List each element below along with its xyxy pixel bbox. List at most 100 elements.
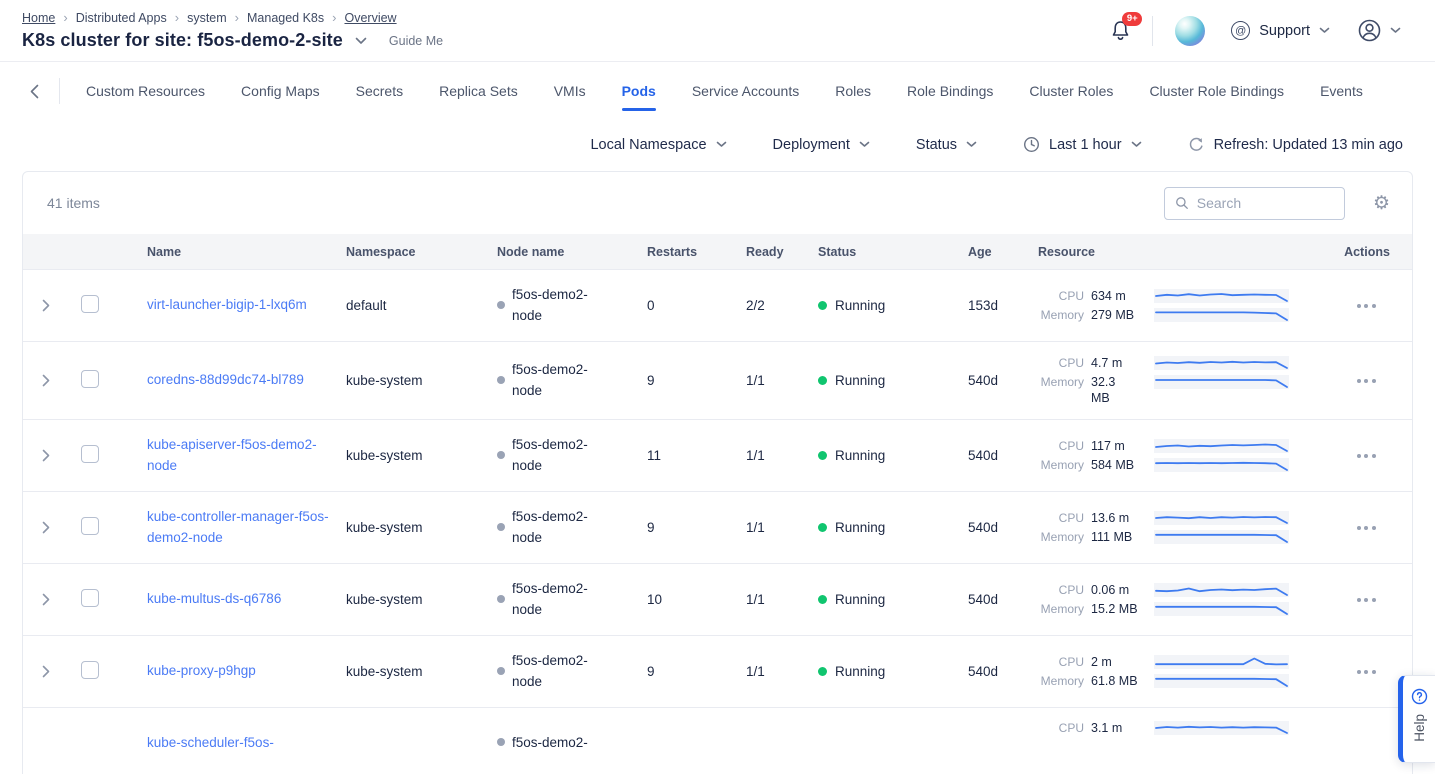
chevron-right-icon bbox=[42, 374, 50, 387]
chevron-left-icon bbox=[30, 84, 39, 99]
node-dot-icon bbox=[497, 523, 505, 531]
breadcrumb-separator-icon: › bbox=[63, 10, 67, 25]
tab-vmis[interactable]: VMIs bbox=[554, 75, 586, 107]
memory-value: 15.2 MB bbox=[1091, 601, 1147, 617]
tab-replica-sets[interactable]: Replica Sets bbox=[439, 75, 518, 107]
node-dot-icon bbox=[497, 376, 505, 384]
pod-name-link[interactable]: kube-proxy-p9hgp bbox=[147, 663, 256, 678]
table-settings-gear-icon[interactable]: ⚙ bbox=[1373, 194, 1390, 213]
title-row: K8s cluster for site: f5os-demo-2-site G… bbox=[22, 30, 443, 51]
pod-name-link[interactable]: coredns-88d99dc74-bl789 bbox=[147, 372, 304, 387]
namespace-filter-dropdown[interactable]: Local Namespace bbox=[590, 137, 726, 153]
column-header-resource: Resource bbox=[1038, 245, 1332, 259]
row-checkbox[interactable] bbox=[81, 370, 99, 388]
status-running-icon bbox=[818, 376, 827, 385]
row-checkbox[interactable] bbox=[81, 295, 99, 313]
memory-label: Memory bbox=[1038, 601, 1084, 617]
pod-name-link[interactable]: kube-multus-ds-q6786 bbox=[147, 591, 281, 606]
status-cell: Running bbox=[818, 592, 968, 607]
row-actions-button[interactable] bbox=[1353, 592, 1380, 608]
node-dot-icon bbox=[497, 301, 505, 309]
table-row: virt-launcher-bigip-1-lxq6m default f5os… bbox=[23, 269, 1412, 341]
tab-events[interactable]: Events bbox=[1320, 75, 1363, 107]
status-running-icon bbox=[818, 595, 827, 604]
cpu-value: 3.1 m bbox=[1091, 720, 1147, 736]
expand-cell bbox=[23, 371, 81, 390]
breadcrumb-separator-icon: › bbox=[332, 10, 336, 25]
status-text: Running bbox=[835, 448, 885, 463]
tab-role-bindings[interactable]: Role Bindings bbox=[907, 75, 993, 107]
table-row: kube-multus-ds-q6786 kube-system f5os-de… bbox=[23, 563, 1412, 635]
cpu-label: CPU bbox=[1038, 654, 1084, 670]
actions-cell bbox=[1332, 373, 1412, 389]
resource-sparkline bbox=[1154, 655, 1289, 669]
chevron-right-icon bbox=[42, 521, 50, 534]
restarts-cell: 10 bbox=[647, 592, 746, 607]
expand-row-button[interactable] bbox=[39, 662, 53, 681]
refresh-button[interactable]: Refresh: Updated 13 min ago bbox=[1188, 136, 1403, 153]
row-checkbox[interactable] bbox=[81, 517, 99, 535]
assistant-sphere-icon[interactable] bbox=[1175, 16, 1205, 46]
guide-me-link[interactable]: Guide Me bbox=[389, 34, 443, 48]
chevron-right-icon bbox=[42, 299, 50, 312]
age-cell: 540d bbox=[968, 373, 1038, 388]
checkbox-cell bbox=[81, 661, 147, 682]
tab-config-maps[interactable]: Config Maps bbox=[241, 75, 320, 107]
tab-cluster-role-bindings[interactable]: Cluster Role Bindings bbox=[1149, 75, 1284, 107]
pod-name-link[interactable]: kube-apiserver-f5os-demo2-node bbox=[147, 437, 317, 472]
pod-name-link[interactable]: kube-scheduler-f5os- bbox=[147, 735, 274, 750]
pod-name-link[interactable]: virt-launcher-bigip-1-lxq6m bbox=[147, 297, 307, 312]
expand-row-button[interactable] bbox=[39, 446, 53, 465]
checkbox-cell bbox=[81, 445, 147, 466]
tab-roles[interactable]: Roles bbox=[835, 75, 871, 107]
checkbox-cell bbox=[81, 370, 147, 391]
tab-cluster-roles[interactable]: Cluster Roles bbox=[1029, 75, 1113, 107]
help-tab[interactable]: Help bbox=[1398, 675, 1435, 763]
tabs-scroll-left-button[interactable] bbox=[24, 80, 45, 103]
breadcrumb-item-overview[interactable]: Overview bbox=[344, 11, 396, 25]
breadcrumb-item-home[interactable]: Home bbox=[22, 11, 55, 25]
expand-row-button[interactable] bbox=[39, 296, 53, 315]
help-question-icon bbox=[1411, 688, 1428, 705]
row-checkbox[interactable] bbox=[81, 445, 99, 463]
time-range-dropdown[interactable]: Last 1 hour bbox=[1023, 136, 1142, 153]
memory-label: Memory bbox=[1038, 457, 1084, 473]
search-input[interactable] bbox=[1197, 195, 1334, 211]
column-header-ready: Ready bbox=[746, 245, 818, 259]
expand-row-button[interactable] bbox=[39, 371, 53, 390]
status-text: Running bbox=[835, 298, 885, 313]
account-menu[interactable] bbox=[1356, 17, 1401, 44]
row-actions-button[interactable] bbox=[1353, 664, 1380, 680]
row-actions-button[interactable] bbox=[1353, 520, 1380, 536]
tab-pods[interactable]: Pods bbox=[622, 75, 656, 107]
expand-row-button[interactable] bbox=[39, 518, 53, 537]
row-actions-button[interactable] bbox=[1353, 298, 1380, 314]
row-actions-button[interactable] bbox=[1353, 448, 1380, 464]
restarts-cell: 9 bbox=[647, 373, 746, 388]
status-filter-dropdown[interactable]: Status bbox=[916, 137, 977, 153]
expand-row-button[interactable] bbox=[39, 590, 53, 609]
row-checkbox[interactable] bbox=[81, 661, 99, 679]
restarts-cell: 9 bbox=[647, 664, 746, 679]
status-cell: Running bbox=[818, 373, 968, 388]
notifications-button[interactable]: 9+ bbox=[1109, 19, 1132, 43]
support-menu[interactable]: @ Support bbox=[1231, 21, 1330, 40]
table-row: kube-apiserver-f5os-demo2-node kube-syst… bbox=[23, 419, 1412, 491]
tab-custom-resources[interactable]: Custom Resources bbox=[86, 75, 205, 107]
row-checkbox[interactable] bbox=[81, 589, 99, 607]
memory-value: 279 MB bbox=[1091, 307, 1147, 323]
deployment-filter-dropdown[interactable]: Deployment bbox=[773, 137, 870, 153]
memory-resource-line: Memory111 MB bbox=[1038, 529, 1320, 545]
status-cell: Running bbox=[818, 520, 968, 535]
tab-service-accounts[interactable]: Service Accounts bbox=[692, 75, 799, 107]
node-name-text: f5os-demo2-node bbox=[512, 651, 604, 692]
node-name-cell: f5os-demo2-node bbox=[497, 435, 647, 476]
column-header-restarts: Restarts bbox=[647, 245, 746, 259]
pod-name-link[interactable]: kube-controller-manager-f5os-demo2-node bbox=[147, 509, 329, 544]
cpu-label: CPU bbox=[1038, 438, 1084, 454]
row-actions-button[interactable] bbox=[1353, 373, 1380, 389]
title-chevron-down-icon[interactable] bbox=[355, 37, 367, 45]
resource-sparkline bbox=[1154, 356, 1289, 370]
cpu-resource-line: CPU117 m bbox=[1038, 438, 1320, 454]
tab-secrets[interactable]: Secrets bbox=[356, 75, 403, 107]
